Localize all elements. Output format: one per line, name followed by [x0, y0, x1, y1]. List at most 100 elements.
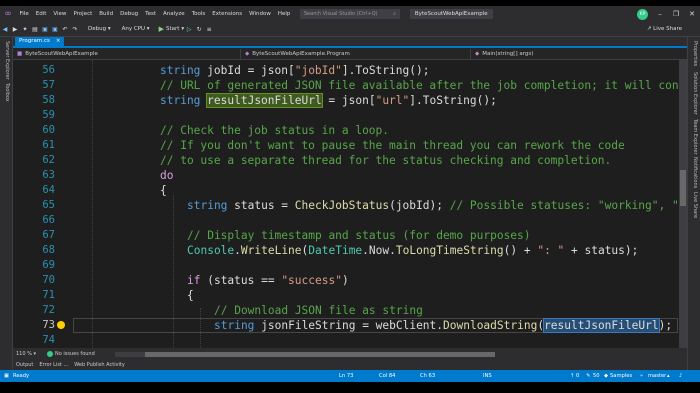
token: string [187, 199, 228, 212]
code-line: 67 // Display timestamp and status (for … [13, 228, 679, 243]
code-brace: { [187, 289, 194, 302]
navigation-bar: ■ ByteScoutWebApiExample ◆ ByteScoutWebA… [13, 48, 687, 60]
code-comment: // Check the job status in a loop. [160, 124, 390, 137]
token: string [160, 64, 201, 77]
save-icon[interactable]: ▣ [40, 26, 50, 33]
menu-project[interactable]: Project [70, 11, 96, 17]
horizontal-scrollbar[interactable] [114, 351, 495, 357]
class-name: ByteScoutWebApiExample.Program [252, 50, 350, 57]
run-icon[interactable]: ▷ [184, 26, 194, 33]
menu-tools[interactable]: Tools [188, 11, 209, 17]
visual-studio-logo-icon: ∞ [4, 9, 12, 19]
line-number: 70 [42, 274, 55, 286]
live-share-tab[interactable]: Live Share [692, 192, 698, 218]
code-comment: // Display timestamp and status (for dem… [187, 229, 531, 242]
start-label: Start [165, 26, 180, 32]
code-text: string resultJsonFileUrl = json["url"].T… [160, 93, 497, 108]
code-editor[interactable]: 56 string jobId = json["jobId"].ToString… [13, 60, 679, 348]
token: string [214, 319, 255, 332]
check-icon [47, 351, 53, 357]
code-keyword: do [160, 169, 174, 182]
code-line: 69 [13, 258, 679, 273]
repo-icon[interactable]: ◆ [604, 373, 608, 379]
pending-changes[interactable]: 50 [593, 373, 600, 379]
navigate-back-icon[interactable]: ◀ [0, 26, 10, 33]
tab-web-publish-activity[interactable]: Web Publish Activity [71, 362, 128, 368]
comment-icon[interactable]: ≡ [204, 26, 214, 33]
pending-pushes[interactable]: 0 [576, 373, 579, 379]
platform-select[interactable]: Any CPU ▾ [119, 25, 153, 33]
new-project-icon[interactable]: ✦ [20, 26, 30, 33]
branch-icon[interactable]: ⑂ [640, 373, 643, 379]
notification-bell-icon[interactable]: ♪ [679, 373, 682, 379]
save-all-icon[interactable]: ▣ [50, 26, 60, 33]
line-number: 65 [42, 199, 55, 211]
repository-name[interactable]: Samples [610, 373, 632, 379]
line-number: 68 [42, 244, 55, 256]
code-line: 62 // to use a separate thread for the s… [13, 153, 679, 168]
minimize-icon[interactable]: – [652, 10, 668, 18]
up-arrow-icon[interactable]: ↑ [570, 373, 574, 379]
search-input[interactable]: Search Visual Studio (Ctrl+Q) ⌕ [299, 9, 400, 19]
live-share-button[interactable]: ↗ Live Share [647, 26, 682, 32]
tab-label: Program.cs [19, 38, 50, 44]
solution-explorer-tab[interactable]: Solution Explorer [692, 72, 698, 115]
hot-reload-icon[interactable]: ↻ [194, 26, 204, 33]
close-icon[interactable]: ✕ [684, 10, 700, 18]
menu-file[interactable]: File [16, 11, 32, 17]
branch-name[interactable]: master [648, 373, 666, 379]
vertical-scrollbar[interactable] [679, 60, 687, 348]
configuration-value: Debug [88, 26, 107, 32]
document-tab-well: Program.cs × [13, 37, 687, 48]
notifications-tab[interactable]: Notifications [692, 157, 698, 188]
project-name: ByteScoutWebApiExample [25, 50, 98, 57]
zoom-level[interactable]: 110 % ▾ [13, 351, 43, 357]
project-dropdown[interactable]: ■ ByteScoutWebApiExample [13, 48, 241, 59]
tab-error-list[interactable]: Error List ... [36, 362, 71, 368]
menu-window[interactable]: Window [246, 11, 275, 17]
token: () + [503, 244, 538, 257]
menu-view[interactable]: View [50, 11, 70, 17]
toolbox-tab[interactable]: Toolbox [4, 83, 10, 102]
token: (status == [200, 274, 282, 287]
line-number: 57 [42, 79, 55, 91]
team-explorer-tab[interactable]: Team Explorer [692, 119, 698, 155]
server-explorer-tab[interactable]: Server Explorer [4, 41, 10, 80]
menu-build[interactable]: Build [96, 11, 117, 17]
navigate-forward-icon[interactable]: ▶ [10, 26, 20, 33]
menu-test[interactable]: Test [142, 11, 160, 17]
lightbulb-icon[interactable] [57, 321, 65, 329]
token: status = [227, 199, 295, 212]
avatar[interactable]: KP [637, 8, 648, 20]
properties-tab[interactable]: Properties [692, 41, 698, 66]
token: string [160, 94, 201, 107]
tab-output[interactable]: Output [13, 362, 36, 368]
configuration-select[interactable]: Debug ▾ [85, 25, 114, 33]
issues-indicator[interactable]: No issues found [47, 351, 95, 357]
horizontal-scrollbar-thumb[interactable] [144, 351, 495, 357]
token: ToLongTimeString [395, 244, 504, 257]
menu-analyze[interactable]: Analyze [160, 11, 189, 17]
menu-extensions[interactable]: Extensions [209, 11, 246, 17]
restore-icon[interactable]: ❐ [668, 10, 684, 18]
menu-help[interactable]: Help [274, 11, 294, 17]
pencil-icon[interactable]: ✎ [586, 373, 590, 379]
toolbar: ◀ ▶ ✦ ▤ ▣ ▣ ↶ ↷ Debug ▾ Any CPU ▾ ▶ Star… [0, 22, 700, 37]
undo-icon[interactable]: ↶ [60, 26, 70, 33]
open-file-icon[interactable]: ▤ [30, 26, 40, 33]
token: // Possible statuses: "working", "f [449, 199, 679, 212]
member-dropdown[interactable]: ◆ Main(string[] args) [471, 49, 687, 59]
menu-debug[interactable]: Debug [117, 11, 142, 17]
code-text: if (status == "success") [187, 273, 349, 288]
redo-icon[interactable]: ↷ [70, 26, 80, 33]
line-number: 64 [42, 184, 55, 196]
vertical-scrollbar-thumb[interactable] [680, 170, 686, 206]
token: . [234, 244, 241, 257]
code-text: string jobId = json["jobId"].ToString(); [160, 63, 429, 78]
start-button[interactable]: ▶ Start ▾ [159, 25, 185, 33]
tab-program-cs[interactable]: Program.cs × [15, 37, 65, 46]
menu-edit[interactable]: Edit [32, 11, 50, 17]
tab-close-icon[interactable]: × [56, 38, 61, 45]
branch-dropdown-icon[interactable]: ▴ [667, 373, 670, 379]
class-dropdown[interactable]: ◆ ByteScoutWebApiExample.Program [241, 48, 471, 59]
